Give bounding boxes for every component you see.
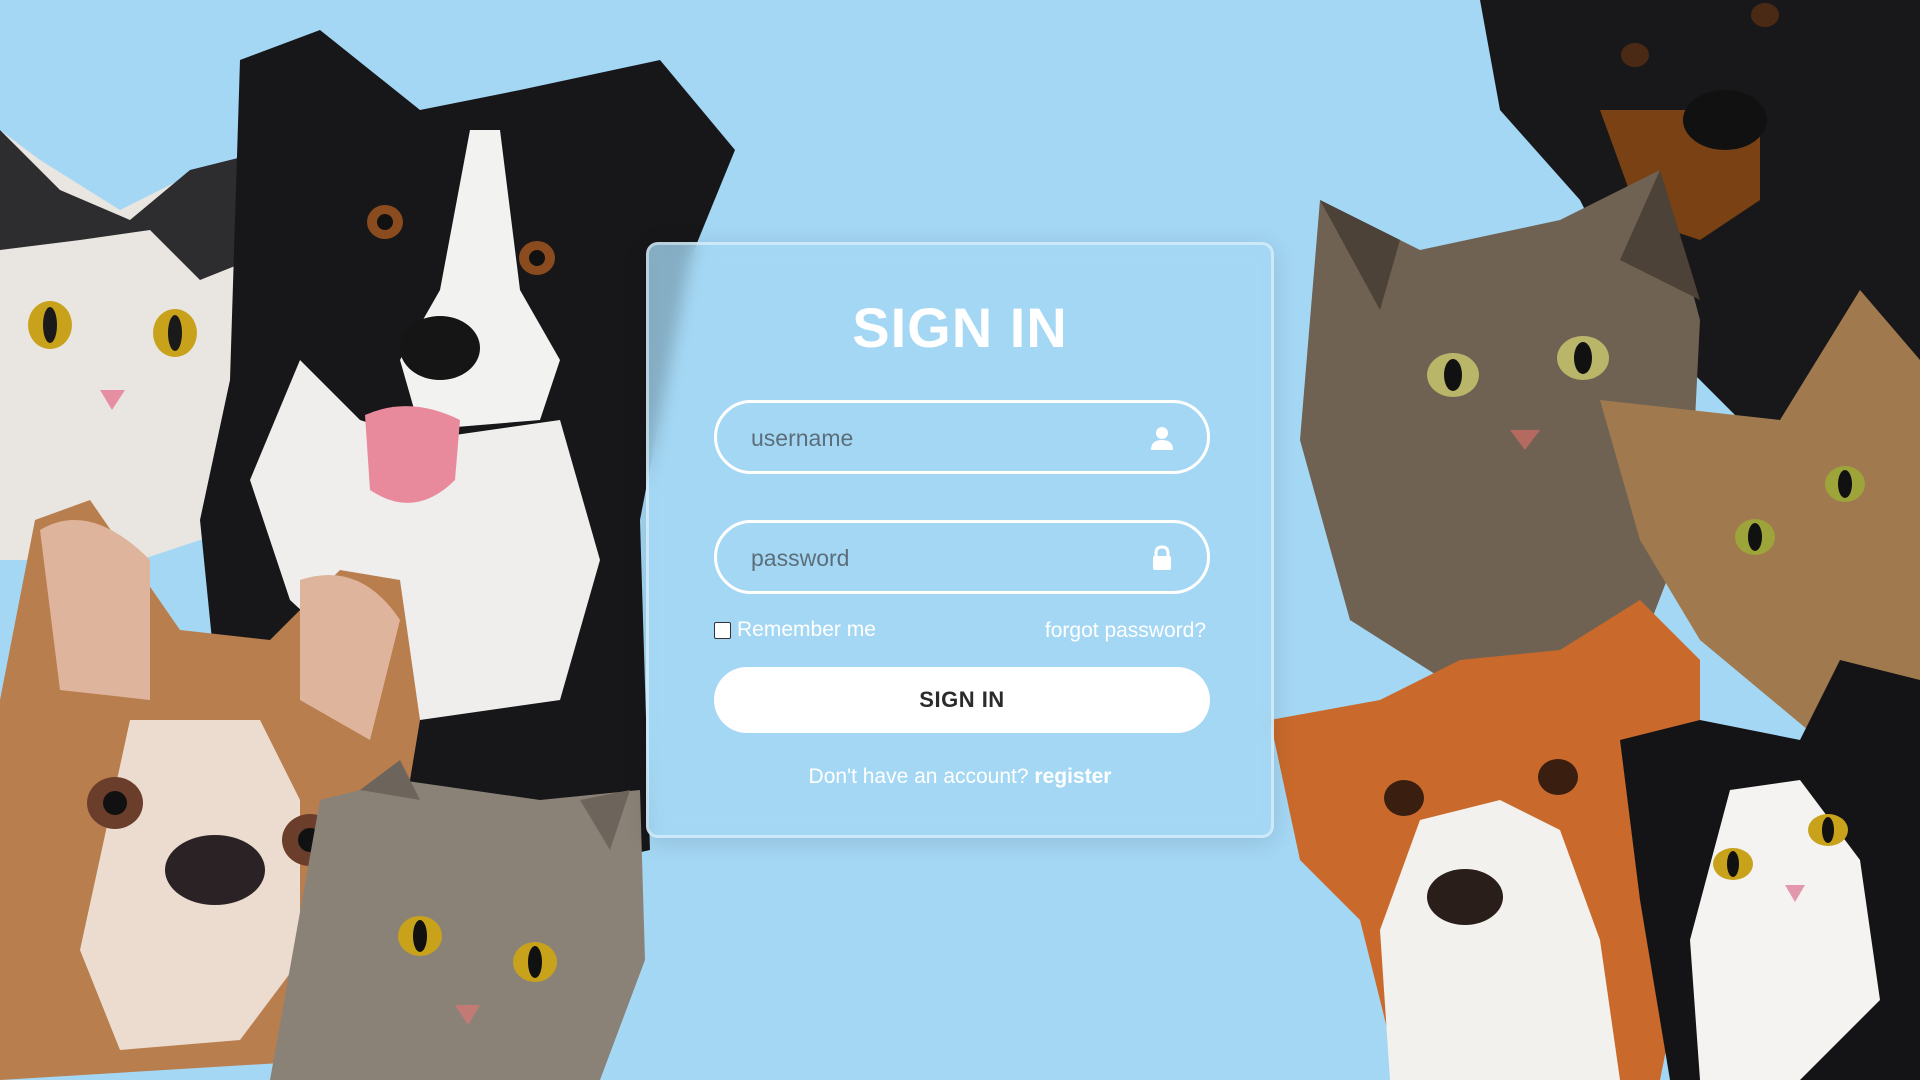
sign-in-button[interactable]: SIGN IN [714,667,1210,733]
login-page: SIGN IN Remember me forgot password? SIG… [0,0,1920,1080]
register-prompt: Don't have an account? register [649,765,1271,789]
forgot-password-link[interactable]: forgot password? [1045,619,1206,643]
user-icon [1151,427,1173,450]
lock-icon [1153,545,1171,570]
remember-me-checkbox[interactable]: Remember me [714,618,876,642]
register-link[interactable]: register [1034,765,1111,788]
login-card: SIGN IN Remember me forgot password? SIG… [646,242,1274,838]
cat-photo-left-bottom [270,760,645,1080]
username-input[interactable] [749,403,1133,473]
checkbox-box[interactable] [714,621,731,639]
password-field[interactable] [714,520,1210,594]
password-input[interactable] [749,523,1133,593]
remember-me-label: Remember me [737,618,876,641]
username-field[interactable] [714,400,1210,474]
page-title: SIGN IN [852,296,1068,359]
register-prompt-text: Don't have an account? [808,765,1029,788]
